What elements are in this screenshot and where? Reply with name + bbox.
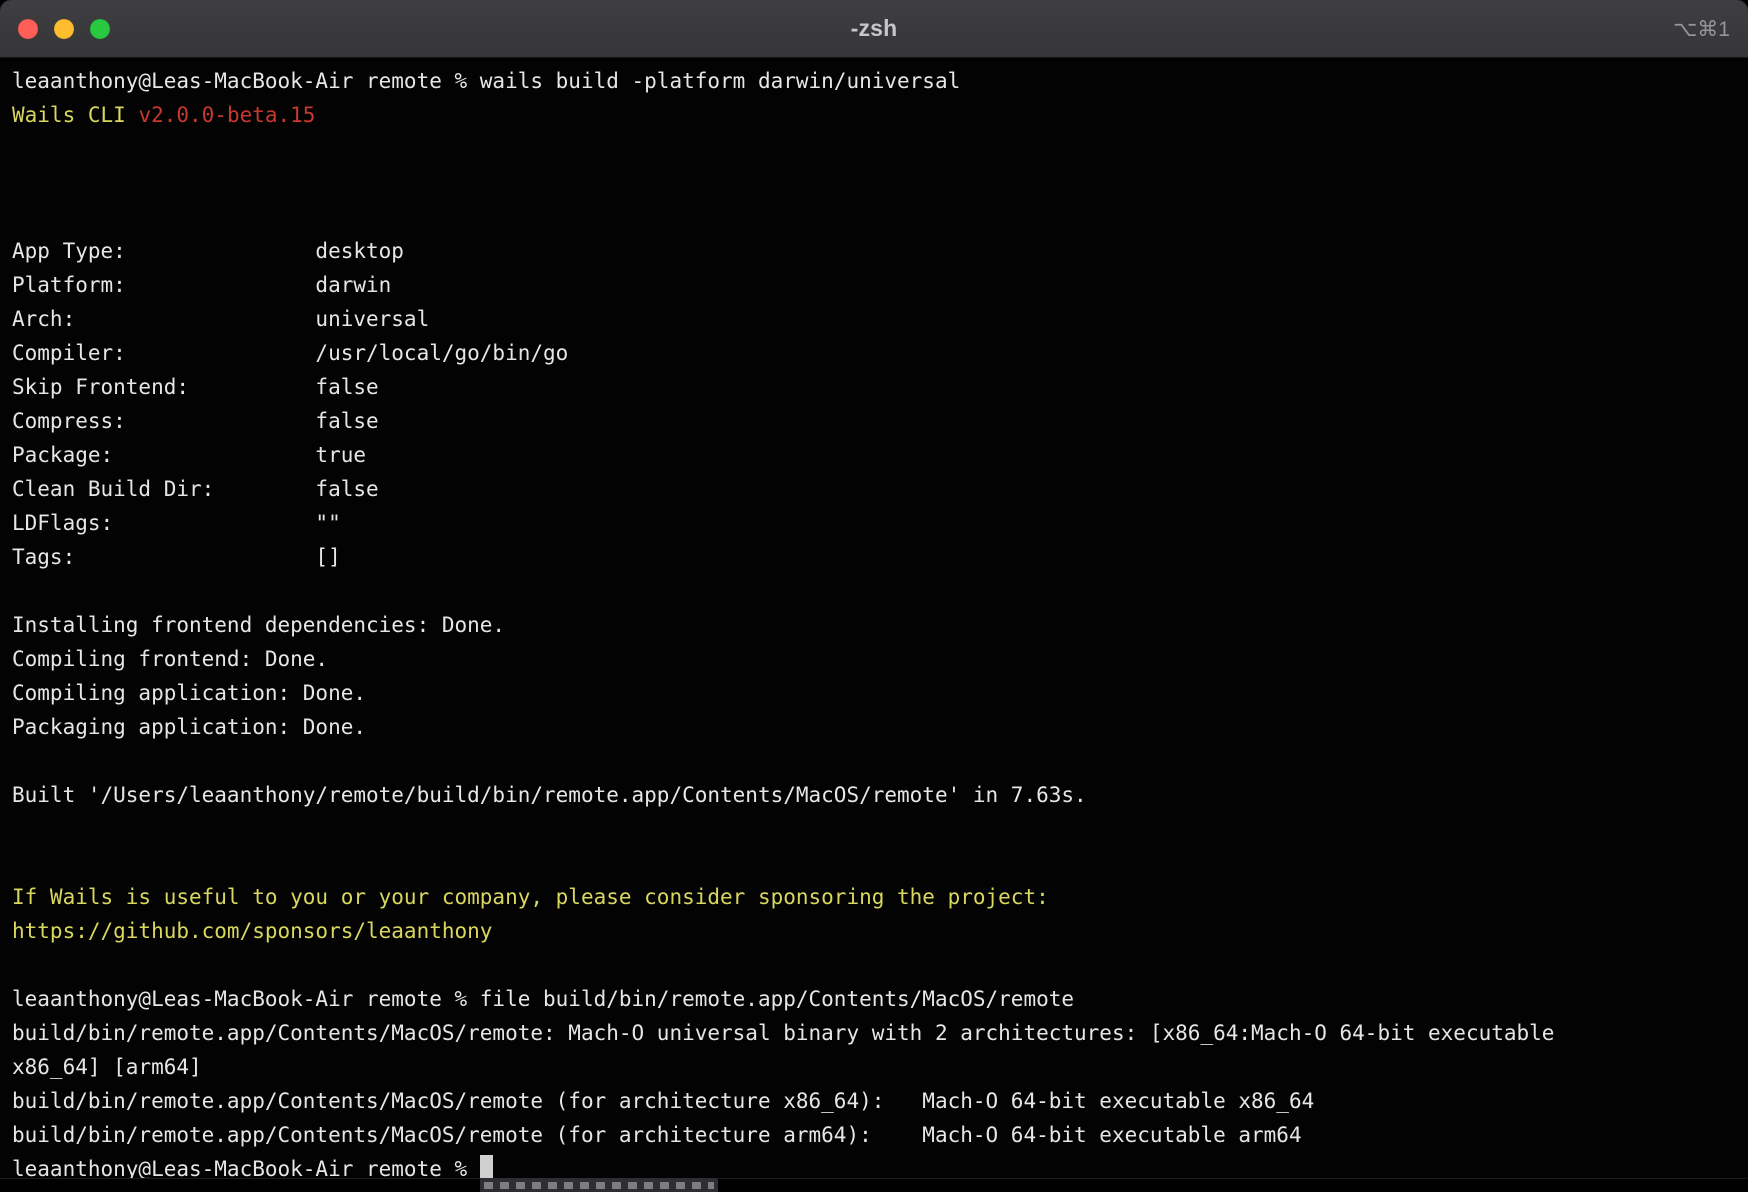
terminal-text-segment: https://github.com/sponsors/leaanthony	[12, 919, 492, 943]
terminal-cursor	[480, 1155, 493, 1179]
terminal-line	[12, 574, 1736, 608]
terminal-text-segment: Clean Build Dir: false	[12, 477, 379, 501]
terminal-line	[12, 166, 1736, 200]
terminal-line: Built '/Users/leaanthony/remote/build/bi…	[12, 778, 1736, 812]
terminal-line: Compiler: /usr/local/go/bin/go	[12, 336, 1736, 370]
terminal-line: https://github.com/sponsors/leaanthony	[12, 914, 1736, 948]
terminal-line	[12, 846, 1736, 880]
terminal-text-segment: App Type: desktop	[12, 239, 404, 263]
traffic-lights	[18, 0, 110, 58]
terminal-text-segment: leaanthony@Leas-MacBook-Air remote % fil…	[12, 987, 1074, 1011]
terminal-text-segment: v2.0.0-beta.15	[138, 103, 315, 127]
terminal-line: Wails CLI v2.0.0-beta.15	[12, 98, 1736, 132]
terminal-line: build/bin/remote.app/Contents/MacOS/remo…	[12, 1084, 1736, 1118]
terminal-text-segment: build/bin/remote.app/Contents/MacOS/remo…	[12, 1089, 1314, 1113]
terminal-text-segment: Wails CLI	[12, 103, 138, 127]
terminal-text-segment: LDFlags: ""	[12, 511, 341, 535]
terminal-text-segment: Package: true	[12, 443, 366, 467]
terminal-line	[12, 812, 1736, 846]
terminal-line: leaanthony@Leas-MacBook-Air remote % fil…	[12, 982, 1736, 1016]
terminal-text-segment: leaanthony@Leas-MacBook-Air remote %	[12, 1157, 480, 1178]
terminal-line: build/bin/remote.app/Contents/MacOS/remo…	[12, 1016, 1736, 1050]
terminal-line: Installing frontend dependencies: Done.	[12, 608, 1736, 642]
terminal-text-segment: Skip Frontend: false	[12, 375, 379, 399]
terminal-line	[12, 132, 1736, 166]
terminal-text-segment: leaanthony@Leas-MacBook-Air remote % wai…	[12, 69, 960, 93]
terminal-text-segment: Arch: universal	[12, 307, 429, 331]
terminal-text-segment: If Wails is useful to you or your compan…	[12, 885, 1049, 909]
terminal-line	[12, 200, 1736, 234]
minimize-button[interactable]	[54, 19, 74, 39]
terminal-line: If Wails is useful to you or your compan…	[12, 880, 1736, 914]
terminal-line: Clean Build Dir: false	[12, 472, 1736, 506]
terminal-line: x86_64] [arm64]	[12, 1050, 1736, 1084]
terminal-line: Skip Frontend: false	[12, 370, 1736, 404]
terminal-line: build/bin/remote.app/Contents/MacOS/remo…	[12, 1118, 1736, 1152]
terminal-text-segment: Tags: []	[12, 545, 341, 569]
terminal-text-segment: Compiler: /usr/local/go/bin/go	[12, 341, 568, 365]
terminal-line: Platform: darwin	[12, 268, 1736, 302]
terminal-line	[12, 948, 1736, 982]
terminal-text-segment: Platform: darwin	[12, 273, 391, 297]
background-window-fragment	[480, 1178, 718, 1192]
zoom-button[interactable]	[90, 19, 110, 39]
terminal-line: Tags: []	[12, 540, 1736, 574]
terminal-text-segment: build/bin/remote.app/Contents/MacOS/remo…	[12, 1021, 1554, 1045]
terminal-line: leaanthony@Leas-MacBook-Air remote % wai…	[12, 64, 1736, 98]
terminal-window: -zsh ⌥⌘1 leaanthony@Leas-MacBook-Air rem…	[0, 0, 1748, 1178]
terminal-text-segment: x86_64] [arm64]	[12, 1055, 202, 1079]
terminal-text-segment: Installing frontend dependencies: Done.	[12, 613, 505, 637]
terminal-output[interactable]: leaanthony@Leas-MacBook-Air remote % wai…	[0, 58, 1748, 1178]
window-title: -zsh	[851, 15, 898, 42]
titlebar[interactable]: -zsh ⌥⌘1	[0, 0, 1748, 58]
terminal-line	[12, 744, 1736, 778]
terminal-line: App Type: desktop	[12, 234, 1736, 268]
terminal-line: Compiling application: Done.	[12, 676, 1736, 710]
terminal-text-segment: Compiling frontend: Done.	[12, 647, 328, 671]
terminal-text-segment: Compiling application: Done.	[12, 681, 366, 705]
terminal-line: Package: true	[12, 438, 1736, 472]
terminal-line: Packaging application: Done.	[12, 710, 1736, 744]
close-button[interactable]	[18, 19, 38, 39]
window-shortcut-hint: ⌥⌘1	[1673, 0, 1730, 58]
terminal-line: Compiling frontend: Done.	[12, 642, 1736, 676]
terminal-text-segment: Packaging application: Done.	[12, 715, 366, 739]
terminal-line: leaanthony@Leas-MacBook-Air remote %	[12, 1152, 1736, 1178]
terminal-line: Compress: false	[12, 404, 1736, 438]
terminal-line: Arch: universal	[12, 302, 1736, 336]
terminal-line: LDFlags: ""	[12, 506, 1736, 540]
terminal-text-segment: build/bin/remote.app/Contents/MacOS/remo…	[12, 1123, 1302, 1147]
terminal-text-segment: Compress: false	[12, 409, 379, 433]
terminal-text-segment: Built '/Users/leaanthony/remote/build/bi…	[12, 783, 1087, 807]
